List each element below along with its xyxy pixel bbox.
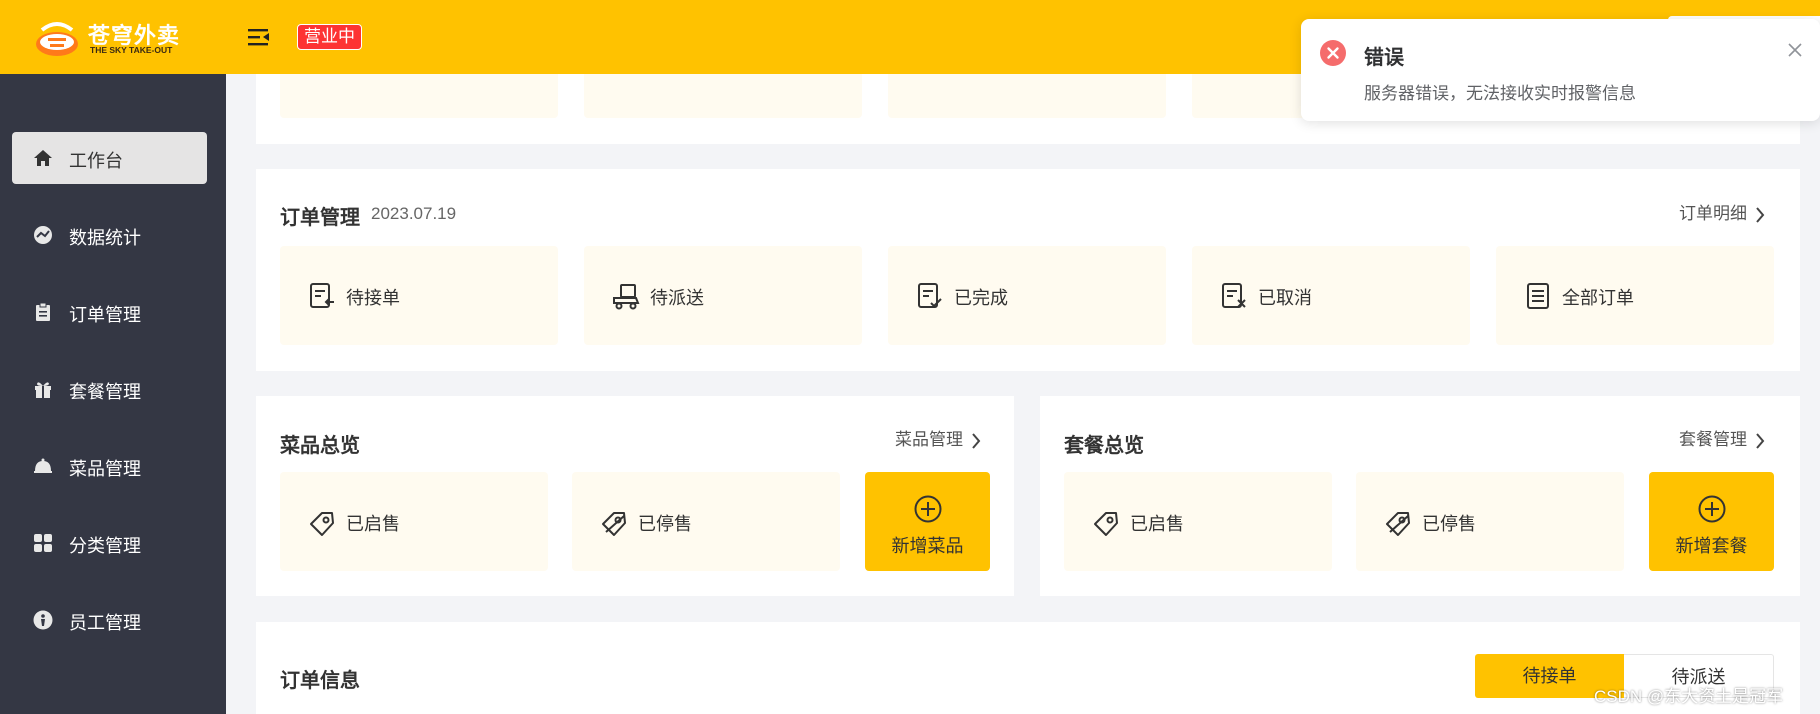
order-date: 2023.07.19 [371, 204, 457, 223]
status-badge: 营业中 [297, 24, 362, 50]
order-tile-label: 已完成 [954, 288, 1008, 308]
order-tile-pending[interactable]: 待接单 [280, 246, 558, 345]
error-icon [1320, 40, 1346, 66]
setmeal-overview-title: 套餐总览 [1064, 435, 1144, 457]
sidebar-item-orders[interactable]: 订单管理 [12, 286, 207, 338]
business-tile [584, 74, 862, 118]
sidebar-item-label: 工作台 [69, 151, 123, 171]
sidebar-item-workbench[interactable]: 工作台 [12, 132, 207, 184]
logo-icon [36, 22, 78, 56]
dish-tile-on-sale[interactable]: 已启售 [280, 472, 548, 571]
sidebar-item-employee[interactable]: 员工管理 [12, 594, 207, 646]
add-setmeal-button[interactable]: 新增套餐 [1649, 472, 1774, 571]
logo-subtitle: THE SKY TAKE-OUT [90, 45, 173, 55]
order-tile-label: 待派送 [650, 288, 704, 308]
setmeal-tile-off-sale[interactable]: 已停售 [1356, 472, 1624, 571]
tag-icon [1094, 512, 1118, 536]
sidebar-item-statistics[interactable]: 数据统计 [12, 209, 207, 261]
dish-tile-label: 已启售 [346, 514, 400, 534]
sidebar-item-label: 分类管理 [69, 536, 141, 556]
add-dish-label: 新增菜品 [891, 536, 964, 556]
cloche-icon [34, 458, 52, 473]
gift-icon [35, 382, 51, 398]
tag-icon [310, 512, 334, 536]
watermark: CSDN @东大资土是冠军 [1594, 687, 1784, 706]
home-icon [34, 150, 52, 166]
business-tile [280, 74, 558, 118]
add-setmeal-label: 新增套餐 [1675, 536, 1748, 556]
chevron-right-icon [1756, 432, 1765, 449]
order-tile-completed[interactable]: 已完成 [888, 246, 1166, 345]
sidebar-item-category[interactable]: 分类管理 [12, 517, 207, 569]
setmeal-overview-card: 套餐总览 套餐管理 已启售 已停售 新增套餐 [1040, 396, 1800, 596]
menu-fold-icon[interactable] [246, 24, 272, 50]
plus-circle-icon [1698, 495, 1725, 523]
notification-message: 服务器错误，无法接收实时报警信息 [1364, 84, 1636, 103]
order-tile-label: 全部订单 [1562, 288, 1634, 308]
order-tile-label: 已取消 [1258, 288, 1312, 308]
dish-management-link[interactable]: 菜品管理 [895, 425, 981, 450]
sidebar-item-setmeal[interactable]: 套餐管理 [12, 363, 207, 415]
employee-icon [33, 610, 53, 630]
clipboard-icon [36, 302, 50, 321]
business-tile [888, 74, 1166, 118]
dish-tile-off-sale[interactable]: 已停售 [572, 472, 840, 571]
dish-overview-title: 菜品总览 [280, 435, 360, 457]
tag-off-icon [602, 512, 626, 536]
all-orders-icon [1527, 283, 1549, 309]
setmeal-tile-label: 已启售 [1130, 514, 1184, 534]
order-detail-label: 订单明细 [1679, 204, 1747, 223]
sidebar-item-label: 菜品管理 [69, 459, 141, 479]
tag-off-icon [1386, 512, 1410, 536]
notification-title: 错误 [1364, 47, 1404, 69]
error-notification: 错误 服务器错误，无法接收实时报警信息 [1301, 19, 1820, 121]
sidebar-item-label: 数据统计 [69, 228, 141, 248]
order-tile-cancelled[interactable]: 已取消 [1192, 246, 1470, 345]
dish-tile-label: 已停售 [638, 514, 692, 534]
plus-circle-icon [914, 495, 941, 523]
dish-management-label: 菜品管理 [895, 430, 963, 449]
order-tile-all[interactable]: 全部订单 [1496, 246, 1774, 345]
order-management-card: 订单管理 2023.07.19 订单明细 待接单 待派送 已完成 已取消 全部订… [256, 169, 1800, 371]
chevron-right-icon [1756, 206, 1765, 223]
setmeal-management-link[interactable]: 套餐管理 [1679, 425, 1765, 450]
delivery-icon [613, 284, 640, 310]
close-icon[interactable] [1787, 42, 1803, 58]
cancelled-icon [1222, 283, 1246, 308]
order-tile-label: 待接单 [346, 288, 400, 308]
order-management-title: 订单管理 [280, 207, 360, 229]
logo: 苍穹外卖 THE SKY TAKE-OUT [34, 16, 194, 58]
sidebar-item-dishes[interactable]: 菜品管理 [12, 440, 207, 492]
sidebar-item-label: 套餐管理 [69, 382, 141, 402]
sidebar-item-label: 员工管理 [69, 613, 141, 633]
chevron-right-icon [972, 432, 981, 449]
chart-icon [34, 226, 52, 244]
setmeal-management-label: 套餐管理 [1679, 430, 1747, 449]
setmeal-tile-label: 已停售 [1422, 514, 1476, 534]
add-dish-button[interactable]: 新增菜品 [865, 472, 990, 571]
dish-overview-card: 菜品总览 菜品管理 已启售 已停售 新增菜品 [256, 396, 1014, 596]
order-info-title: 订单信息 [280, 670, 360, 692]
sidebar: 工作台 数据统计 订单管理 套餐管理 菜品管理 分类管理 员工管理 [0, 74, 226, 714]
sidebar-item-label: 订单管理 [69, 305, 141, 325]
order-tile-delivery[interactable]: 待派送 [584, 246, 862, 345]
completed-icon [918, 283, 942, 308]
order-detail-link[interactable]: 订单明细 [1679, 199, 1765, 224]
pending-order-icon [310, 283, 334, 308]
setmeal-tile-on-sale[interactable]: 已启售 [1064, 472, 1332, 571]
grid-icon [34, 534, 52, 552]
